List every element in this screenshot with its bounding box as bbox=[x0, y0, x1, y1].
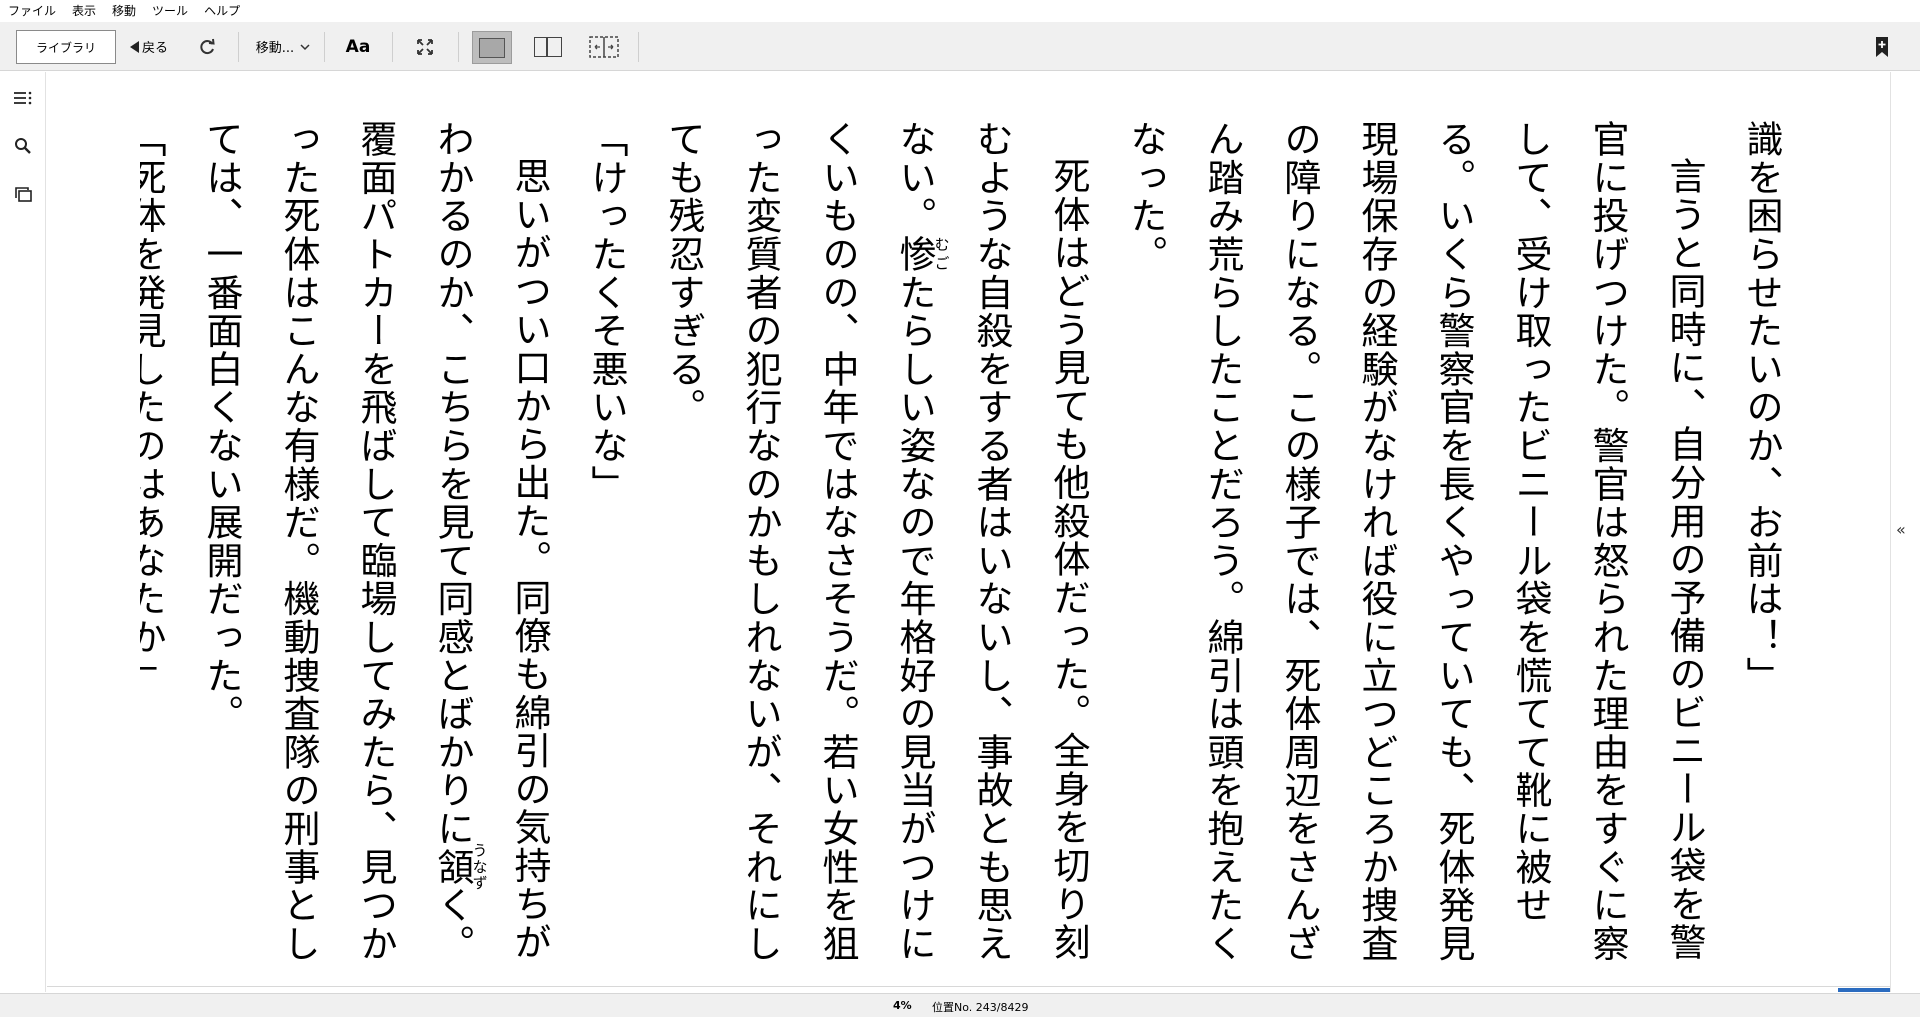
toolbar: ライブラリ 戻る 移動... Aa bbox=[0, 22, 1920, 71]
page-flip-view-button[interactable] bbox=[584, 22, 624, 71]
bookmark-button[interactable] bbox=[1870, 22, 1894, 71]
location-indicator[interactable]: 位置No. 243/8429 bbox=[932, 999, 1028, 1015]
text-paragraph: 「けったくそ悪いな」 bbox=[585, 120, 628, 503]
font-label: Aa bbox=[345, 36, 371, 57]
menu-go[interactable]: 移動 bbox=[104, 0, 144, 22]
text-paragraph: 識を困らせたいのか、お前は！」 bbox=[1740, 120, 1783, 695]
menu-help[interactable]: ヘルプ bbox=[196, 0, 248, 22]
toolbar-divider bbox=[392, 32, 393, 62]
text-paragraph: 言うと同時に、自分用の予備のビニール袋を警官に投げつけた。警官は怒られた理由をす… bbox=[1124, 120, 1706, 963]
collapse-arrow-icon[interactable]: « bbox=[1896, 520, 1906, 539]
book-text: 識を困らせたいのか、お前は！」 言うと同時に、自分用の予備のビニール袋を警官に投… bbox=[140, 120, 1800, 980]
progress-indicator bbox=[1838, 988, 1890, 992]
sync-button[interactable] bbox=[192, 22, 222, 71]
chevron-down-icon bbox=[300, 43, 310, 50]
two-column-view-button[interactable] bbox=[528, 22, 568, 71]
toc-icon bbox=[14, 91, 32, 105]
library-button[interactable]: ライブラリ bbox=[16, 30, 116, 64]
menu-bar: ファイル 表示 移動 ツール ヘルプ bbox=[0, 0, 1920, 22]
fullscreen-icon bbox=[417, 38, 433, 55]
menu-file[interactable]: ファイル bbox=[0, 0, 64, 22]
toolbar-divider bbox=[238, 32, 239, 62]
text-paragraph: 死体はどう見ても他殺体だった。全身を切り刻むような自殺をする者はいないし、事故と… bbox=[662, 120, 1090, 963]
search-button[interactable] bbox=[11, 134, 35, 158]
single-page-view-button[interactable] bbox=[472, 31, 512, 64]
back-label: 戻る bbox=[141, 41, 168, 56]
back-button[interactable]: 戻る bbox=[124, 22, 174, 71]
page-divider bbox=[47, 986, 1890, 987]
two-column-icon bbox=[534, 36, 562, 57]
flashcards-button[interactable] bbox=[11, 182, 35, 206]
toc-button[interactable] bbox=[11, 86, 35, 110]
toolbar-divider bbox=[458, 32, 459, 62]
status-bar: 4% 位置No. 243/8429 bbox=[0, 993, 1920, 1017]
text-paragraph: 「死体を発見したのはあなたか」 bbox=[140, 120, 166, 695]
single-page-icon bbox=[479, 37, 505, 58]
menu-view[interactable]: 表示 bbox=[64, 0, 104, 22]
fullscreen-button[interactable] bbox=[408, 22, 442, 71]
sync-icon bbox=[200, 38, 215, 54]
bookmark-add-icon bbox=[1876, 36, 1888, 57]
text-paragraph: 思いがつい口から出た。同僚も綿引の気持ちがわかるのか、こちらを見て同感とばかりに… bbox=[200, 120, 551, 963]
toolbar-divider bbox=[324, 32, 325, 62]
toolbar-divider bbox=[638, 32, 639, 62]
back-arrow-icon bbox=[129, 40, 139, 53]
page-flip-icon bbox=[589, 35, 619, 58]
font-settings-button[interactable]: Aa bbox=[340, 22, 376, 71]
goto-label: 移動... bbox=[255, 41, 295, 56]
progress-percent: 4% bbox=[893, 999, 912, 1012]
left-sidebar bbox=[0, 72, 46, 992]
ruby-mugo: 惨むご bbox=[893, 234, 951, 274]
ruby-unazu: 頷うなず bbox=[431, 842, 489, 892]
flashcards-icon bbox=[15, 187, 32, 202]
menu-tools[interactable]: ツール bbox=[144, 0, 196, 22]
library-label: ライブラリ bbox=[35, 40, 96, 55]
goto-dropdown[interactable]: 移動... bbox=[250, 22, 316, 71]
search-icon bbox=[15, 138, 31, 154]
